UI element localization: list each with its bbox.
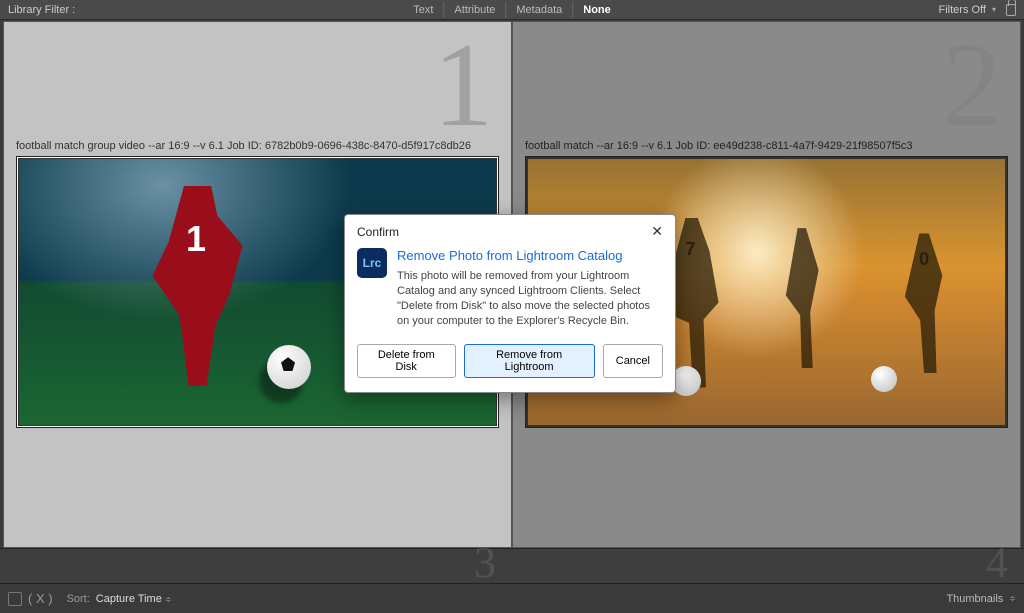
cell-index: 1 — [433, 16, 493, 154]
delete-from-disk-button[interactable]: Delete from Disk — [357, 344, 456, 378]
remove-from-lightroom-button[interactable]: Remove from Lightroom — [464, 344, 595, 378]
chevron-down-icon: ≑ — [165, 595, 172, 604]
filter-tab-none[interactable]: None — [572, 2, 621, 18]
cell-caption: football match group video --ar 16:9 --v… — [16, 140, 472, 152]
cell-index: 2 — [942, 16, 1002, 154]
cancel-button[interactable]: Cancel — [603, 344, 663, 378]
sort-label: Sort: — [67, 593, 90, 605]
thumbnails-label: Thumbnails — [946, 593, 1003, 605]
sort-value-dropdown[interactable]: Capture Time ≑ — [96, 593, 172, 605]
jersey-number: 7 — [685, 239, 695, 260]
grid-cell-4[interactable]: 4 — [512, 549, 1024, 583]
player-silhouette — [153, 186, 243, 386]
close-icon[interactable]: ✕ — [651, 223, 663, 240]
app-badge-text: Lrc — [363, 256, 382, 270]
library-filter-bar: Library Filter : Text Attribute Metadata… — [0, 0, 1024, 20]
chevron-down-icon[interactable]: ≑ — [1009, 594, 1016, 603]
soccer-ball — [267, 345, 311, 389]
lightroom-app-icon: Lrc — [357, 248, 387, 278]
dialog-title: Confirm — [357, 225, 399, 239]
filters-off-label[interactable]: Filters Off — [939, 4, 986, 16]
confirm-dialog: Confirm ✕ Lrc Remove Photo from Lightroo… — [344, 214, 676, 393]
cell-index: 3 — [474, 537, 496, 588]
lock-icon[interactable] — [1006, 4, 1016, 16]
chevron-down-icon[interactable]: ▾ — [992, 5, 996, 14]
jersey-number: 1 — [186, 218, 206, 260]
dialog-heading: Remove Photo from Lightroom Catalog — [397, 248, 663, 263]
cell-index: 4 — [986, 537, 1008, 588]
grid-row-peek: 3 4 — [0, 548, 1024, 583]
sort-value: Capture Time — [96, 593, 162, 605]
grid-view-icon[interactable] — [8, 592, 22, 606]
filter-tab-metadata[interactable]: Metadata — [505, 2, 572, 18]
player-silhouette — [781, 228, 823, 368]
compare-icon[interactable]: ( X ) — [28, 591, 53, 606]
dialog-body-text: This photo will be removed from your Lig… — [397, 269, 663, 328]
bottom-toolbar: ( X ) Sort: Capture Time ≑ Thumbnails ≑ — [0, 583, 1024, 613]
grid-cell-3[interactable]: 3 — [0, 549, 512, 583]
jersey-number: 0 — [919, 249, 929, 270]
cell-caption: football match --ar 16:9 --v 6.1 Job ID:… — [525, 140, 981, 152]
library-filter-title: Library Filter : — [8, 4, 75, 16]
soccer-ball — [871, 366, 897, 392]
